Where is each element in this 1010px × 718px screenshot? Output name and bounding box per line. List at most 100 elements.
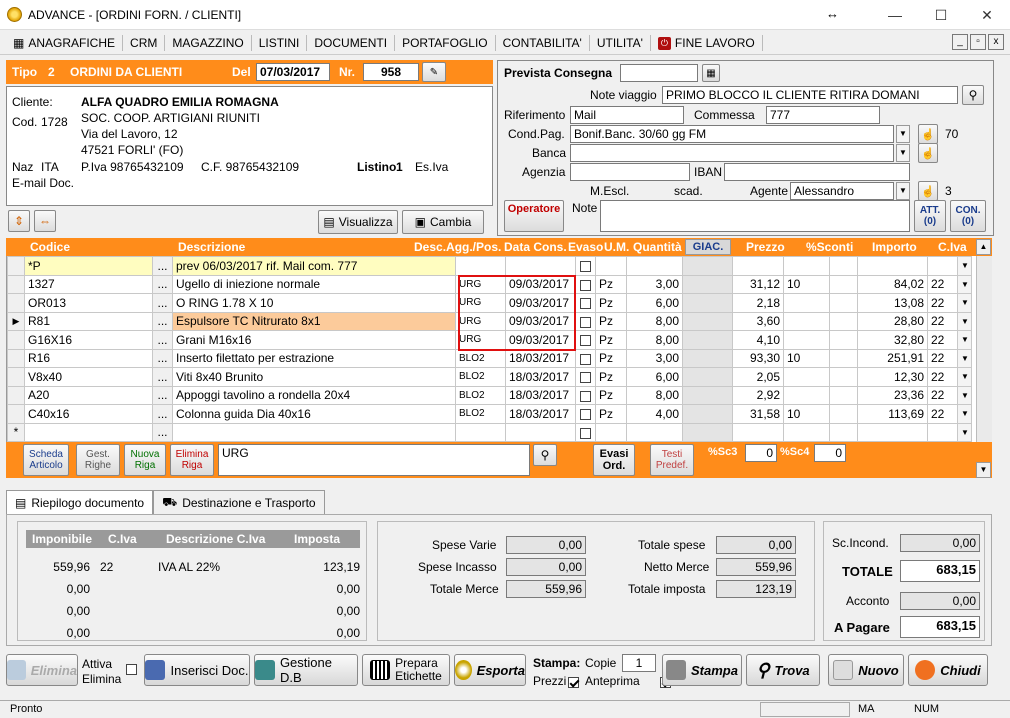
agente-field[interactable]: Alessandro xyxy=(790,182,894,200)
cell-sconti[interactable] xyxy=(783,367,830,387)
cell-giac[interactable] xyxy=(682,330,733,350)
row-indicator[interactable] xyxy=(7,330,25,350)
cell-codice[interactable]: OR013 xyxy=(24,293,153,313)
evaso-checkbox[interactable] xyxy=(580,335,591,347)
cell-extra[interactable] xyxy=(829,293,858,313)
cell-civa[interactable]: 22 xyxy=(927,385,958,405)
cell-sconti[interactable] xyxy=(783,293,830,313)
cell-quantita[interactable]: 8,00 xyxy=(626,311,683,331)
evaso-checkbox[interactable] xyxy=(580,372,591,384)
row-indicator[interactable] xyxy=(7,256,25,276)
cell-iva-dropdown[interactable]: ▼ xyxy=(957,256,972,276)
cell-lookup-button[interactable]: ... xyxy=(152,311,173,331)
row-indicator[interactable] xyxy=(7,385,25,405)
cell-descrizione[interactable]: prev 06/03/2017 rif. Mail com. 777 xyxy=(172,256,456,276)
cell-importo[interactable]: 113,69 xyxy=(857,404,928,424)
expand-button[interactable]: ⇕ xyxy=(8,210,30,232)
visualizza-button[interactable]: ▤ Visualizza xyxy=(318,210,398,234)
grid-search-button[interactable]: ⚲ xyxy=(533,444,557,466)
cell-um[interactable]: Pz xyxy=(595,404,627,424)
close-button[interactable]: ✕ xyxy=(964,0,1010,30)
cell-data-cons[interactable]: 18/03/2017 xyxy=(505,348,576,368)
cell-civa[interactable]: 22 xyxy=(927,404,958,424)
attiva-elimina-checkbox[interactable] xyxy=(126,664,137,675)
cell-extra[interactable] xyxy=(829,311,858,331)
chiudi-button[interactable]: Chiudi xyxy=(908,654,988,686)
cell-evaso[interactable] xyxy=(575,274,596,294)
cell-um[interactable] xyxy=(595,422,627,442)
menu-item-2[interactable]: CRM xyxy=(123,35,166,51)
cell-descrizione[interactable]: Viti 8x40 Brunito xyxy=(172,367,456,387)
prezzi-checkbox[interactable] xyxy=(568,677,579,689)
mdi-restore-button[interactable]: ▫ xyxy=(970,34,986,50)
cell-iva-dropdown[interactable]: ▼ xyxy=(957,385,972,405)
menu-item-9[interactable]: ⏻ FINE LAVORO xyxy=(651,35,763,51)
sc-incond-field[interactable]: 0,00 xyxy=(900,534,980,552)
grid-scrollbar[interactable] xyxy=(976,256,992,442)
testi-predef-button[interactable]: Testi Predef. xyxy=(650,444,694,476)
cell-sconti[interactable] xyxy=(783,385,830,405)
cell-codice[interactable]: V8x40 xyxy=(24,367,153,387)
cell-giac[interactable] xyxy=(682,385,733,405)
grid-scroll-down[interactable]: ▼ xyxy=(976,462,991,478)
evaso-checkbox[interactable] xyxy=(580,316,591,328)
scheda-articolo-button[interactable]: Scheda Articolo xyxy=(23,444,69,476)
cell-pos[interactable]: BLO2 xyxy=(455,404,506,424)
cell-quantita[interactable]: 8,00 xyxy=(626,330,683,350)
cell-quantita[interactable] xyxy=(626,256,683,276)
cell-descrizione[interactable]: Appoggi tavolino a rondella 20x4 xyxy=(172,385,456,405)
cell-descrizione[interactable]: Espulsore TC Nitrurato 8x1 xyxy=(172,311,456,331)
tab-destinazione[interactable]: ⛟ Destinazione e Trasporto xyxy=(153,490,325,515)
cell-quantita[interactable]: 6,00 xyxy=(626,367,683,387)
table-row[interactable]: *P... prev 06/03/2017 rif. Mail com. 777 ▼ xyxy=(7,256,972,276)
banca-edit-button[interactable]: ☝ xyxy=(918,143,938,163)
cell-civa[interactable]: 22 xyxy=(927,330,958,350)
cell-importo[interactable]: 23,36 xyxy=(857,385,928,405)
cell-data-cons[interactable] xyxy=(505,256,576,276)
row-indicator[interactable]: ▶ xyxy=(7,311,25,331)
cell-prezzo[interactable]: 31,12 xyxy=(732,274,784,294)
evaso-checkbox[interactable] xyxy=(580,298,591,310)
note-search-button[interactable]: ⚲ xyxy=(962,85,984,105)
cell-importo[interactable]: 251,91 xyxy=(857,348,928,368)
cell-importo[interactable] xyxy=(857,422,928,442)
row-indicator[interactable]: * xyxy=(7,422,25,442)
row-indicator[interactable] xyxy=(7,404,25,424)
cell-evaso[interactable] xyxy=(575,256,596,276)
condpag-field[interactable]: Bonif.Banc. 30/60 gg FM xyxy=(570,125,894,143)
cell-iva-dropdown[interactable]: ▼ xyxy=(957,422,972,442)
cell-evaso[interactable] xyxy=(575,385,596,405)
elimina-riga-button[interactable]: Elimina Riga xyxy=(170,444,214,476)
cell-importo[interactable]: 28,80 xyxy=(857,311,928,331)
cell-lookup-button[interactable]: ... xyxy=(152,422,173,442)
cell-prezzo[interactable]: 2,05 xyxy=(732,367,784,387)
cell-prezzo[interactable] xyxy=(732,256,784,276)
cell-descrizione[interactable]: Colonna guida Dia 40x16 xyxy=(172,404,456,424)
evaso-checkbox[interactable] xyxy=(580,261,591,273)
condpag-edit-button[interactable]: ☝ xyxy=(918,124,938,144)
cell-extra[interactable] xyxy=(829,367,858,387)
cell-giac[interactable] xyxy=(682,367,733,387)
cell-lookup-button[interactable]: ... xyxy=(152,367,173,387)
cell-prezzo[interactable]: 2,92 xyxy=(732,385,784,405)
trova-button[interactable]: ⚲ Trova xyxy=(746,654,820,686)
menu-item-5[interactable]: DOCUMENTI xyxy=(307,35,396,51)
cell-lookup-button[interactable]: ... xyxy=(152,330,173,350)
cell-pos[interactable]: BLO2 xyxy=(455,367,506,387)
cell-quantita[interactable]: 3,00 xyxy=(626,274,683,294)
cell-lookup-button[interactable]: ... xyxy=(152,385,173,405)
cell-extra[interactable] xyxy=(829,256,858,276)
cell-quantita[interactable]: 4,00 xyxy=(626,404,683,424)
cell-importo[interactable]: 32,80 xyxy=(857,330,928,350)
cell-sconti[interactable] xyxy=(783,422,830,442)
swap-button[interactable]: ⇔ xyxy=(34,210,56,232)
cell-evaso[interactable] xyxy=(575,422,596,442)
agente-dropdown[interactable]: ▼ xyxy=(896,182,910,200)
cell-descrizione[interactable]: Inserto filettato per estrazione xyxy=(172,348,456,368)
gest-righe-button[interactable]: Gest. Righe xyxy=(76,444,120,476)
cell-evaso[interactable] xyxy=(575,348,596,368)
acconto-field[interactable]: 0,00 xyxy=(900,592,980,610)
cell-evaso[interactable] xyxy=(575,367,596,387)
menu-item-4[interactable]: LISTINI xyxy=(252,35,308,51)
mdi-minimize-button[interactable]: _ xyxy=(952,34,968,50)
